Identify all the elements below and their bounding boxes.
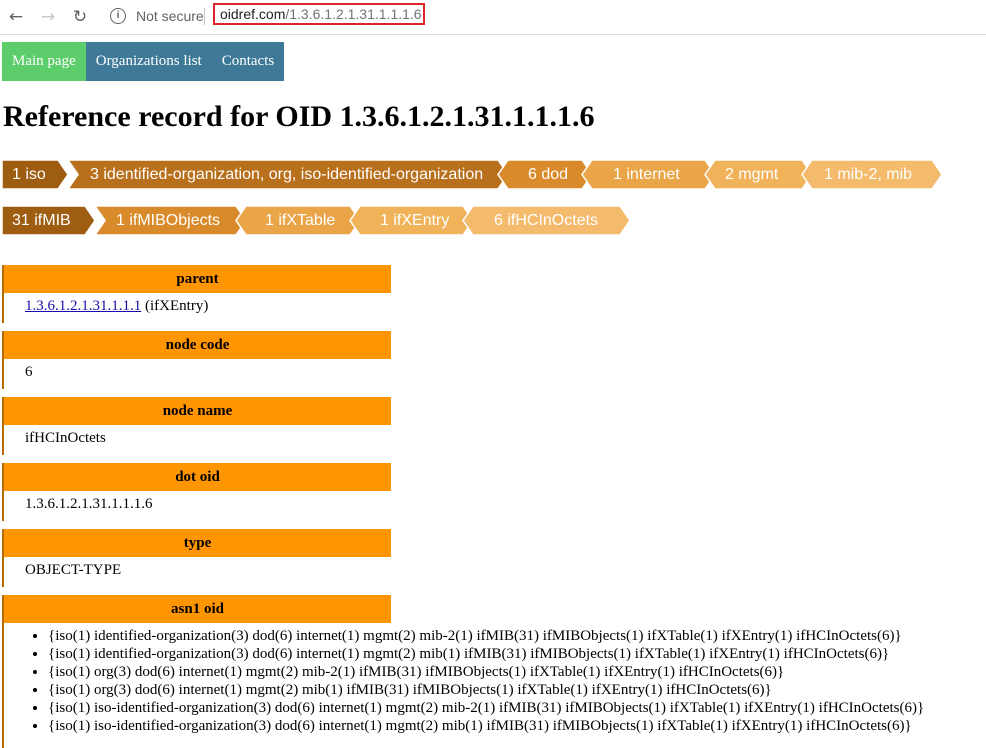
node-name-value: ifHCInOctets: [25, 430, 106, 446]
type-value: OBJECT-TYPE: [25, 562, 122, 578]
asn1-oid-item: {iso(1) iso-identified-organization(3) d…: [48, 717, 924, 735]
browser-toolbar: ← → ↻ i Not secure oidref.com/1.3.6.1.2.…: [0, 0, 986, 35]
section-border: [2, 359, 4, 389]
parent-oid-link[interactable]: 1.3.6.1.2.1.31.1.1.1: [25, 298, 141, 314]
url-path: /1.3.6.1.2.1.31.1.1.1.6: [285, 6, 422, 22]
reload-icon[interactable]: ↻: [69, 6, 91, 28]
menu-main-page[interactable]: Main page: [2, 42, 86, 81]
section-border: [2, 491, 4, 521]
menu-organizations-list[interactable]: Organizations list: [85, 42, 212, 81]
asn1-oid-list: {iso(1) identified-organization(3) dod(6…: [0, 627, 924, 735]
url-host: oidref.com: [220, 6, 286, 22]
back-arrow-icon[interactable]: ←: [5, 6, 27, 28]
parent-value: 1.3.6.1.2.1.31.1.1.1 (ifXEntry): [25, 298, 208, 315]
breadcrumb-row-1: 1 iso 3 identified-organization, org, is…: [2, 160, 942, 189]
asn1-oid-item: {iso(1) identified-organization(3) dod(6…: [48, 645, 924, 663]
address-bar[interactable]: oidref.com/1.3.6.1.2.1.31.1.1.1.6: [213, 3, 425, 25]
asn1-oid-item: {iso(1) org(3) dod(6) internet(1) mgmt(2…: [48, 681, 924, 699]
breadcrumb-dod[interactable]: 6 dod: [528, 160, 568, 189]
breadcrumb-mib-2[interactable]: 1 mib-2, mib: [824, 160, 912, 189]
forward-arrow-icon[interactable]: →: [37, 6, 59, 28]
asn1-oid-heading: asn1 oid: [2, 595, 391, 623]
dot-oid-value: 1.3.6.1.2.1.31.1.1.1.6: [25, 496, 153, 512]
breadcrumb-ifxentry[interactable]: 1 ifXEntry: [380, 206, 449, 235]
breadcrumb-ifmib[interactable]: 31 ifMIB: [12, 206, 71, 235]
type-heading: type: [2, 529, 391, 557]
breadcrumb-ifxtable[interactable]: 1 ifXTable: [265, 206, 335, 235]
parent-name: (ifXEntry): [141, 298, 209, 314]
breadcrumb-identified-organization[interactable]: 3 identified-organization, org, iso-iden…: [90, 160, 483, 189]
node-code-heading: node code: [2, 331, 391, 359]
breadcrumb-ifmibobjects[interactable]: 1 ifMIBObjects: [116, 206, 220, 235]
node-name-heading: node name: [2, 397, 391, 425]
security-status[interactable]: Not secure: [136, 8, 204, 24]
section-border: [2, 425, 4, 455]
address-divider: [204, 8, 205, 25]
asn1-oid-item: {iso(1) identified-organization(3) dod(6…: [48, 627, 924, 645]
info-icon[interactable]: i: [110, 8, 126, 24]
breadcrumb-ifhcinoctets[interactable]: 6 ifHCInOctets: [494, 206, 598, 235]
breadcrumb-iso[interactable]: 1 iso: [12, 160, 46, 189]
breadcrumb-mgmt[interactable]: 2 mgmt: [725, 160, 778, 189]
parent-heading: parent: [2, 265, 391, 293]
site-menu: Main page Organizations list Contacts: [2, 42, 285, 81]
page-title: Reference record for OID 1.3.6.1.2.1.31.…: [3, 100, 595, 133]
asn1-oid-item: {iso(1) iso-identified-organization(3) d…: [48, 699, 924, 717]
section-border: [2, 293, 4, 323]
breadcrumb-row-2: 31 ifMIB 1 ifMIBObjects 1 ifXTable 1 ifX…: [2, 206, 630, 235]
section-border: [2, 557, 4, 587]
node-code-value: 6: [25, 364, 33, 380]
menu-contacts[interactable]: Contacts: [211, 42, 285, 81]
asn1-oid-item: {iso(1) org(3) dod(6) internet(1) mgmt(2…: [48, 663, 924, 681]
breadcrumb-internet[interactable]: 1 internet: [613, 160, 680, 189]
dot-oid-heading: dot oid: [2, 463, 391, 491]
